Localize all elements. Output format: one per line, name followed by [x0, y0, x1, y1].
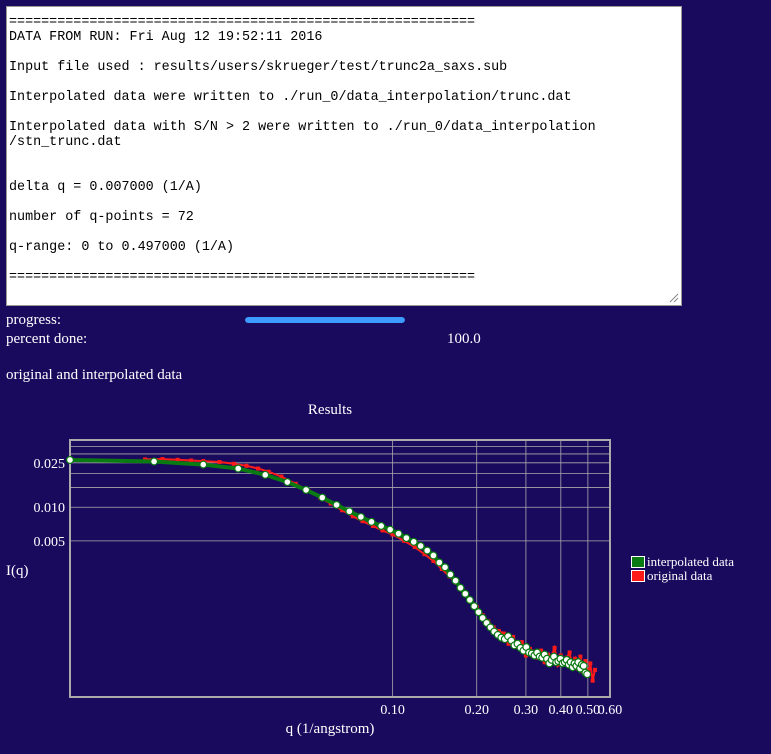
y-tick-label: 0.010 [34, 501, 66, 516]
data-point-interpolated [456, 583, 465, 592]
x-tick-label: 0.60 [598, 703, 623, 718]
y-tick-label: 0.025 [34, 457, 66, 472]
progress-bar [245, 317, 405, 323]
data-point-interpolated [579, 661, 588, 670]
data-point-interpolated [446, 570, 455, 579]
legend-label-interpolated: interpolated data [647, 554, 734, 569]
progress-fill [245, 317, 405, 323]
data-point-original [244, 463, 249, 468]
legend-swatch-original [631, 570, 645, 582]
data-point-interpolated [234, 464, 243, 473]
data-point-interpolated [416, 541, 425, 550]
data-point-original [588, 661, 593, 666]
legend-swatch-interpolated [631, 556, 645, 568]
legend-item-original[interactable]: original data [631, 569, 734, 583]
data-point-interpolated [461, 589, 470, 598]
legend-label-original: original data [647, 568, 713, 583]
data-point-interpolated [367, 517, 376, 526]
data-point-interpolated [345, 507, 354, 516]
data-point-interpolated [150, 457, 159, 466]
progress-label: progress: [6, 312, 61, 328]
legend-item-interpolated[interactable]: interpolated data [631, 555, 734, 569]
data-point-original [217, 460, 222, 465]
resize-grip-icon[interactable] [669, 293, 679, 303]
data-point-interpolated [199, 460, 208, 469]
percent-done-label: percent done: [6, 331, 88, 347]
chart-title: Results [308, 402, 352, 418]
data-point-interpolated [429, 551, 438, 560]
data-point-interpolated [394, 529, 403, 538]
y-tick-label: 0.005 [34, 535, 66, 550]
x-tick-label: 0.10 [380, 703, 405, 718]
chart-legend: interpolated data original data [631, 555, 734, 583]
section-label: original and interpolated data [6, 367, 183, 383]
data-point-original [231, 461, 236, 466]
data-point-original [256, 466, 261, 471]
plot-frame [69, 439, 611, 698]
data-point-interpolated [441, 563, 450, 572]
data-point-interpolated [261, 470, 270, 479]
data-point-original [567, 650, 572, 655]
data-point-interpolated [451, 576, 460, 585]
data-point-interpolated [386, 525, 395, 534]
data-point-original [552, 645, 557, 650]
x-tick-label: 0.50 [576, 703, 601, 718]
x-tick-label: 0.30 [514, 703, 539, 718]
y-axis-label: I(q) [6, 563, 29, 579]
x-tick-label: 0.40 [549, 703, 574, 718]
data-point-interpolated [65, 455, 74, 464]
data-point-original [592, 667, 597, 672]
x-tick-label: 0.20 [464, 703, 489, 718]
data-point-interpolated [332, 500, 341, 509]
data-point-interpolated [470, 602, 479, 611]
percent-done-value: 100.0 [447, 331, 481, 347]
data-point-interpolated [435, 558, 444, 567]
x-axis-label: q (1/angstrom) [286, 721, 375, 737]
output-textarea[interactable]: ========================================… [6, 6, 682, 306]
data-point-interpolated [318, 493, 327, 502]
data-point-interpolated [583, 670, 592, 679]
data-point-interpolated [402, 534, 411, 543]
data-point-interpolated [423, 546, 432, 555]
data-point-interpolated [302, 485, 311, 494]
data-point-interpolated [409, 537, 418, 546]
data-point-interpolated [356, 512, 365, 521]
data-point-interpolated [377, 521, 386, 530]
data-point-original [590, 678, 595, 683]
data-point-interpolated [283, 478, 292, 487]
output-log-text: ========================================… [9, 15, 596, 285]
data-point-interpolated [465, 595, 474, 604]
